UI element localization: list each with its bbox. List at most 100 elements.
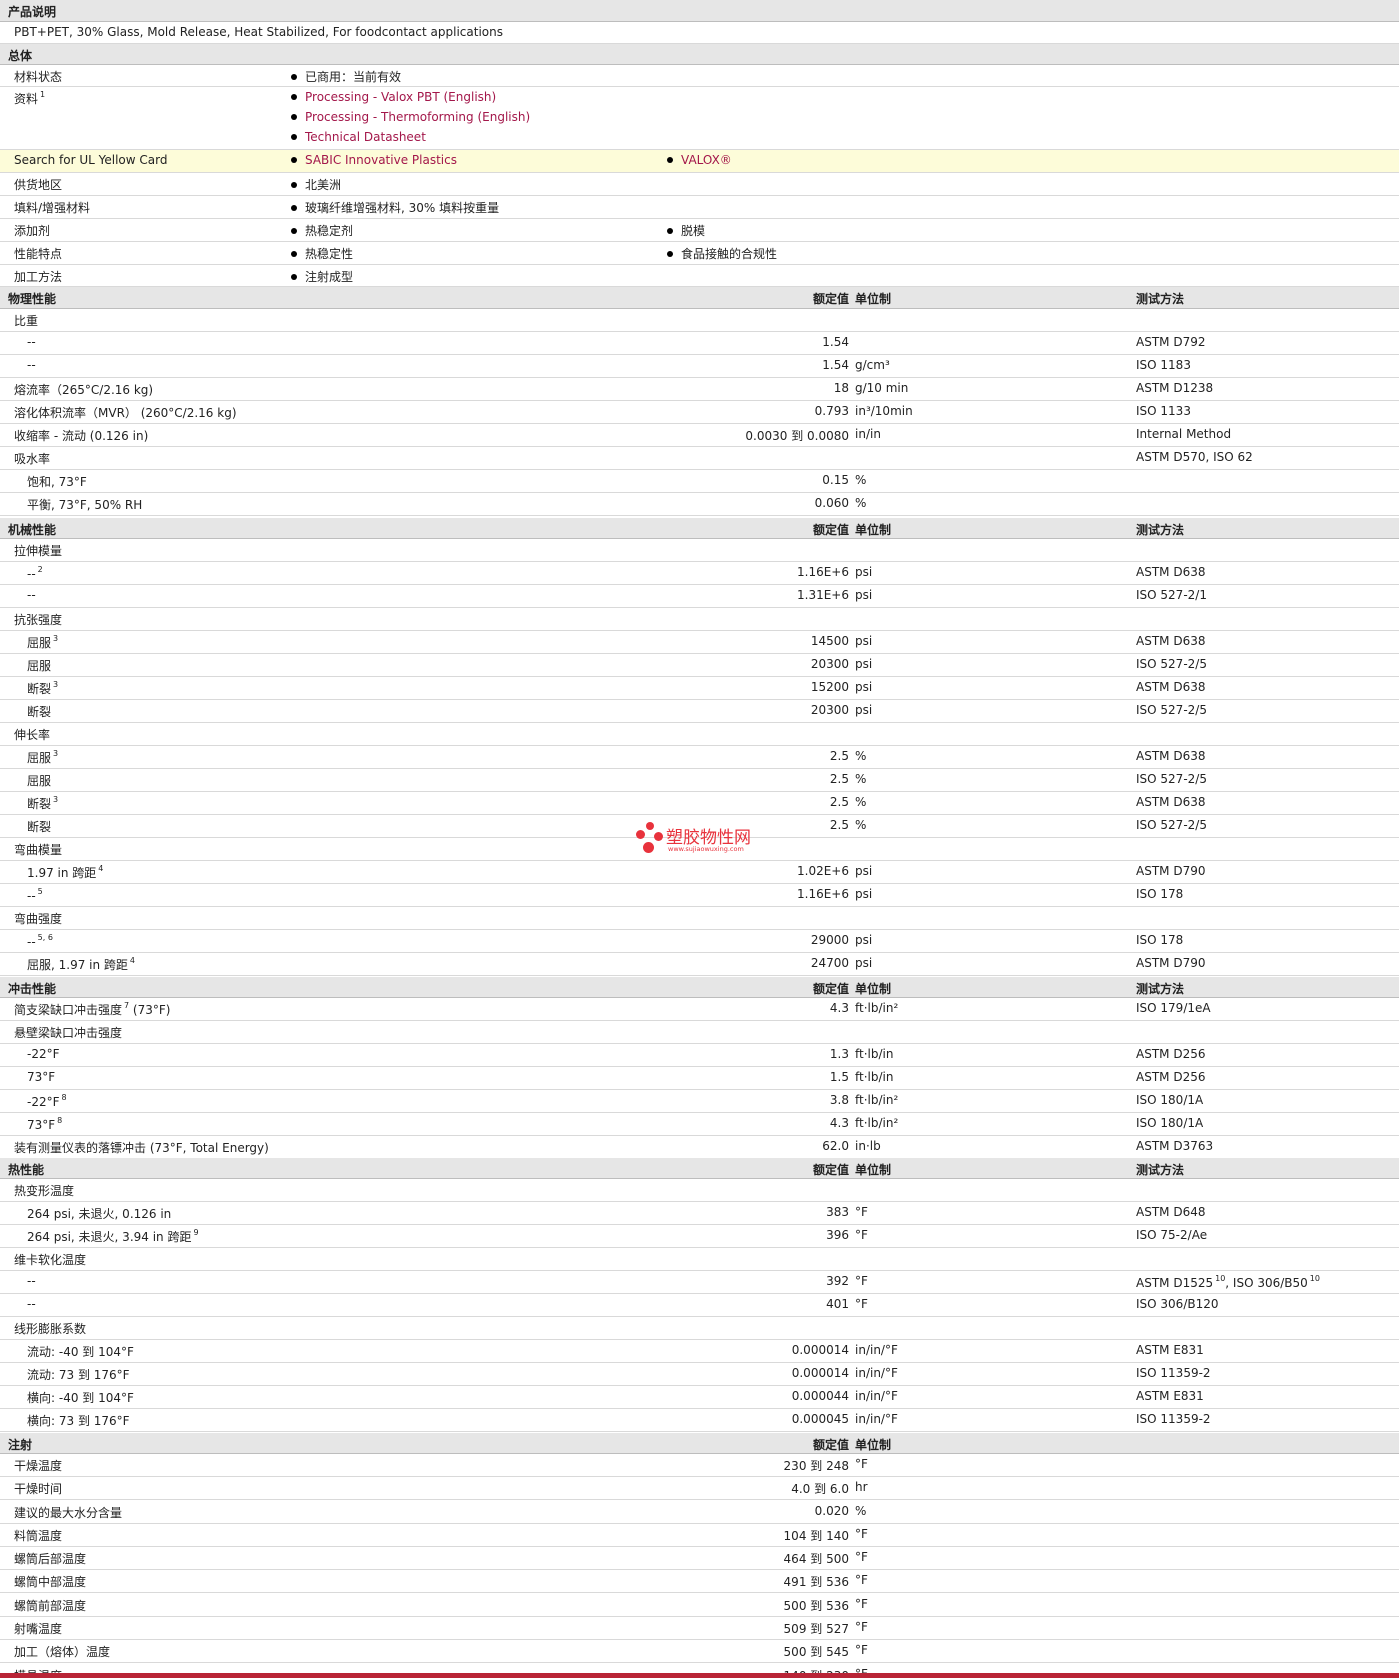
physical-property-row: 吸水率 ASTM D570, ISO 62: [0, 447, 1399, 470]
property-label: 热变形温度: [14, 1184, 75, 1198]
property-label: 抗张强度: [14, 613, 63, 627]
literature-link[interactable]: Technical Datasheet: [291, 130, 426, 144]
mechanical-property-row: -- 5 1.16E+6 psi ISO 178: [0, 884, 1399, 907]
property-unit: ft·lb/in²: [855, 1001, 899, 1015]
bullet-icon: [291, 274, 297, 280]
property-unit: in·lb: [855, 1139, 881, 1153]
literature-row: 资料 1 Processing - Valox PBT (English) Pro…: [0, 87, 1399, 150]
property-value: 0.000045: [791, 1412, 849, 1426]
test-method: ISO 527-2/5: [1136, 703, 1207, 717]
mechanical-property-row: -- 2 1.16E+6 psi ASTM D638: [0, 562, 1399, 585]
test-method: ISO 1133: [1136, 404, 1191, 418]
property-unit: ft·lb/in: [855, 1047, 894, 1061]
property-label: 建议的最大水分含量: [14, 1506, 123, 1520]
property-label: 屈服: [27, 659, 52, 673]
property-label: 弯曲模量: [14, 843, 63, 857]
property-value: 2.5: [829, 749, 849, 763]
property-unit: psi: [855, 864, 873, 878]
property-label: 弯曲强度: [14, 912, 63, 926]
property-label: 264 psi, 未退火, 0.126 in: [27, 1207, 172, 1221]
additives-value: 脱模: [667, 222, 705, 239]
thermal-property-row: 264 psi, 未退火, 0.126 in 383 °F ASTM D648: [0, 1202, 1399, 1225]
bullet-icon: [291, 157, 297, 163]
additives-label: 添加剂: [14, 224, 51, 238]
property-unit: psi: [855, 956, 873, 970]
ul-yellow-card-link[interactable]: VALOX®: [667, 153, 732, 167]
property-value: 104 到 140: [783, 1529, 849, 1543]
property-value: 1.31E+6: [797, 588, 849, 602]
property-label: 73°F: [27, 1070, 56, 1084]
mechanical-property-row: 抗张强度: [0, 608, 1399, 631]
impact-property-row: 73°F 8 4.3 ft·lb/in² ISO 180/1A: [0, 1113, 1399, 1136]
column-header-nominal: 额定值: [812, 1163, 849, 1177]
property-unit: °F: [855, 1573, 868, 1587]
property-value: 401: [826, 1297, 849, 1311]
column-header-nominal: 额定值: [812, 1438, 849, 1452]
property-unit: psi: [855, 933, 873, 947]
test-method: ASTM D570, ISO 62: [1136, 450, 1253, 464]
test-method: ASTM D1525 10, ISO 306/B50 10: [1136, 1274, 1320, 1290]
property-label: 饱和, 73°F: [27, 475, 87, 489]
column-header-nominal: 额定值: [812, 292, 849, 306]
property-label: 收缩率 - 流动 (0.126 in): [14, 429, 149, 443]
injection-property-row: 加工（熔体）温度 500 到 545 °F: [0, 1640, 1399, 1663]
processing-method-value: 注射成型: [291, 268, 353, 285]
section-title: 产品说明: [8, 5, 57, 19]
property-label: 干燥温度: [14, 1459, 63, 1473]
property-unit: ft·lb/in²: [855, 1093, 899, 1107]
property-label: 264 psi, 未退火, 3.94 in 跨距 9: [27, 1228, 199, 1244]
property-label: --: [27, 588, 36, 602]
property-value: 0.000044: [791, 1389, 849, 1403]
property-label: -22°F: [27, 1047, 60, 1061]
column-header-test-method: 测试方法: [1136, 1163, 1185, 1177]
literature-link[interactable]: Processing - Thermoforming (English): [291, 110, 530, 124]
property-unit: %: [855, 818, 867, 832]
bullet-icon: [291, 114, 297, 120]
test-method: ASTM D792: [1136, 335, 1206, 349]
injection-property-row: 射嘴温度 509 到 527 °F: [0, 1617, 1399, 1640]
ul-yellow-card-link[interactable]: SABIC Innovative Plastics: [291, 153, 457, 167]
injection-property-row: 螺筒前部温度 500 到 536 °F: [0, 1594, 1399, 1617]
column-header-unit: 单位制: [855, 523, 892, 537]
injection-property-row: 建议的最大水分含量 0.020%: [0, 1501, 1399, 1524]
physical-property-row: 收缩率 - 流动 (0.126 in) 0.0030 到 0.0080 in/in I…: [0, 424, 1399, 447]
test-method: ASTM D638: [1136, 795, 1206, 809]
test-method: ASTM D256: [1136, 1047, 1206, 1061]
property-value: 230 到 248: [783, 1459, 849, 1473]
test-method: ASTM E831: [1136, 1343, 1204, 1357]
property-value: 2.5: [829, 772, 849, 786]
column-header-test-method: 测试方法: [1136, 292, 1185, 306]
property-label: 简支梁缺口冲击强度 7 (73°F): [14, 1001, 171, 1017]
test-method: ASTM D638: [1136, 680, 1206, 694]
availability-label: 供货地区: [14, 178, 63, 192]
features-label: 性能特点: [14, 247, 63, 261]
property-value: 4.0 到 6.0: [791, 1482, 849, 1496]
test-method: ISO 75-2/Ae: [1136, 1228, 1208, 1242]
watermark-url: www.sujiaowuxing.com: [668, 845, 744, 853]
property-value: 383: [826, 1205, 849, 1219]
property-value: 0.0030 到 0.0080: [745, 429, 849, 443]
property-label: 料筒温度: [14, 1529, 63, 1543]
impact-property-row: 简支梁缺口冲击强度 7 (73°F) 4.3 ft·lb/in² ISO 179/1eA: [0, 998, 1399, 1021]
section-title: 冲击性能: [8, 982, 57, 996]
property-unit: °F: [855, 1620, 868, 1634]
thermal-property-row: -- 401 °F ISO 306/B120: [0, 1294, 1399, 1317]
property-label: 1.97 in 跨距 4: [27, 864, 104, 880]
test-method: ASTM D256: [1136, 1070, 1206, 1084]
impact-property-row: -22°F 1.3 ft·lb/in ASTM D256: [0, 1044, 1399, 1067]
injection-property-row: 料筒温度 104 到 140 °F: [0, 1524, 1399, 1547]
bullet-icon: [291, 94, 297, 100]
property-unit: °F: [855, 1527, 868, 1541]
property-label: 射嘴温度: [14, 1622, 63, 1636]
literature-label: 资料 1: [14, 90, 46, 106]
literature-link[interactable]: Processing - Valox PBT (English): [291, 90, 496, 104]
section-title: 机械性能: [8, 523, 57, 537]
thermal-property-row: 横向: 73 到 176°F 0.000045 in/in/°F ISO 11359-…: [0, 1409, 1399, 1432]
mechanical-property-row: 屈服 3 2.5% ASTM D638: [0, 746, 1399, 769]
property-label: 横向: 73 到 176°F: [27, 1414, 130, 1428]
injection-property-row: 干燥温度 230 到 248 °F: [0, 1454, 1399, 1477]
property-label: 断裂: [27, 705, 52, 719]
property-value: 0.060: [814, 496, 849, 510]
property-unit: in/in/°F: [855, 1366, 898, 1380]
property-unit: psi: [855, 703, 873, 717]
